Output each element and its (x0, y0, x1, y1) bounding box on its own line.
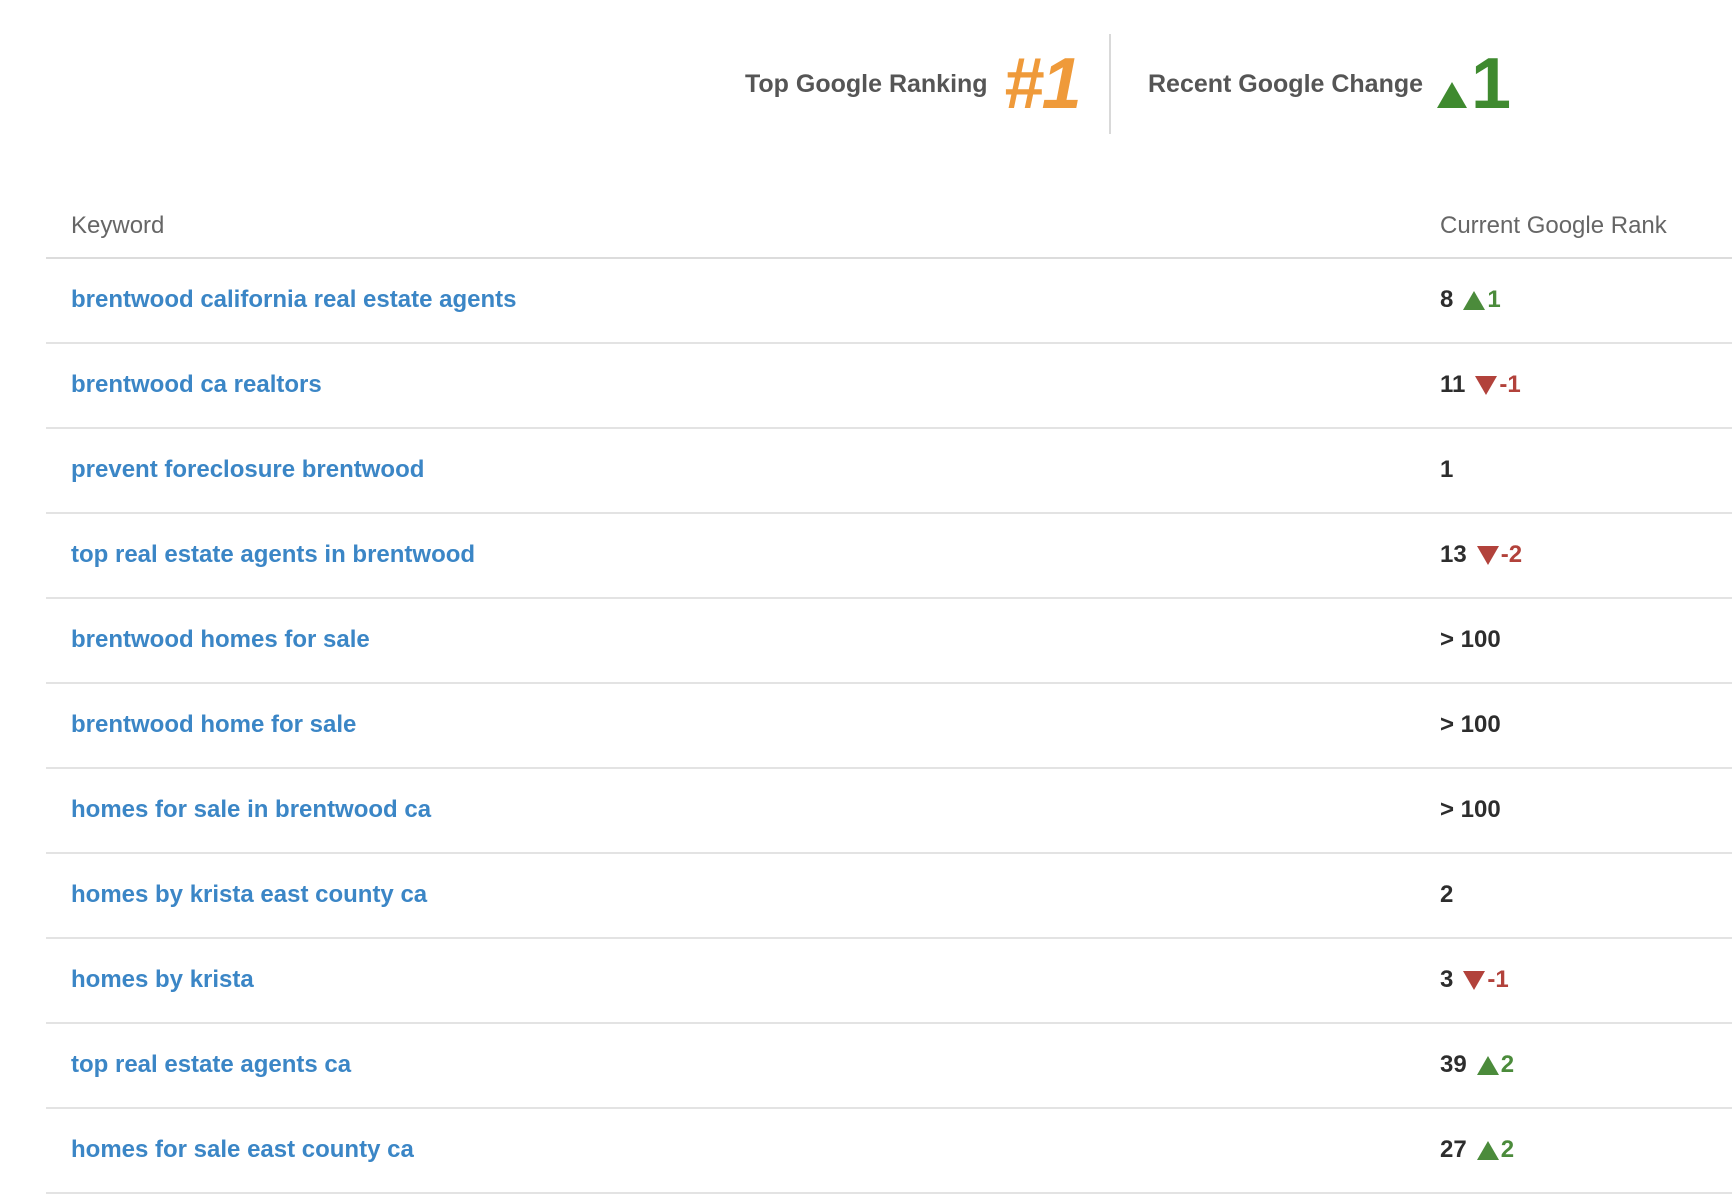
rank-cell: 3 -1 (1440, 966, 1509, 994)
keyword-link[interactable]: brentwood california real estate agents (71, 286, 516, 314)
rank-change: 1 (1463, 286, 1501, 314)
rank-value: 2 (1440, 881, 1454, 908)
triangle-up-icon (1476, 1140, 1499, 1160)
rank-cell: 39 2 (1440, 1051, 1514, 1079)
keyword-link[interactable]: brentwood homes for sale (71, 626, 370, 654)
table-row: prevent foreclosure brentwood 1 (46, 429, 1732, 514)
recent-change-value: 1 (1437, 48, 1511, 120)
keyword-link[interactable]: prevent foreclosure brentwood (71, 456, 424, 484)
rank-value: 39 (1440, 1051, 1467, 1078)
rank-value: > 100 (1440, 626, 1501, 653)
rank-cell: 11 -1 (1440, 371, 1521, 399)
stat-divider (1109, 34, 1111, 134)
rank-change-value: -1 (1487, 966, 1509, 993)
rank-value: 3 (1440, 966, 1454, 993)
triangle-up-icon (1463, 290, 1486, 310)
table-row: brentwood ca realtors 11 -1 (46, 344, 1732, 429)
rank-cell: 1 (1440, 456, 1453, 484)
triangle-up-icon (1437, 82, 1468, 108)
table-row: homes for sale east county ca 27 2 (46, 1109, 1732, 1194)
rank-change-value: 2 (1500, 1136, 1515, 1163)
rank-value: 27 (1440, 1136, 1467, 1163)
rank-change-value: 1 (1487, 286, 1501, 313)
keyword-link[interactable]: homes by krista east county ca (71, 881, 427, 909)
rank-change-value: -1 (1499, 371, 1521, 398)
rank-change-value: 2 (1500, 1051, 1515, 1078)
triangle-down-icon (1463, 970, 1486, 990)
rank-change: 2 (1476, 1051, 1515, 1079)
column-header-keyword: Keyword (71, 212, 165, 239)
table-row: homes by krista east county ca 2 (46, 854, 1732, 939)
summary-stats: Top Google Ranking #1 Recent Google Chan… (0, 34, 1732, 134)
table-row: top real estate agents ca 39 2 (46, 1024, 1732, 1109)
keyword-link[interactable]: top real estate agents in brentwood (71, 541, 475, 569)
rank-value: 11 (1440, 371, 1466, 398)
table-header: Keyword Current Google Rank (46, 192, 1732, 259)
rank-cell: 2 (1440, 881, 1453, 909)
table-row: brentwood home for sale > 100 (46, 684, 1732, 769)
table-row: homes by krista 3 -1 (46, 939, 1732, 1024)
rank-value: > 100 (1440, 796, 1501, 823)
keyword-link[interactable]: homes by krista (71, 966, 254, 994)
keyword-link[interactable]: brentwood home for sale (71, 711, 356, 739)
column-header-rank: Current Google Rank (1440, 212, 1667, 239)
table-row: brentwood homes for sale > 100 (46, 599, 1732, 684)
keyword-link[interactable]: homes for sale east county ca (71, 1136, 414, 1164)
table-row: top real estate agents in brentwood 13 -… (46, 514, 1732, 599)
rank-cell: 8 1 (1440, 286, 1501, 314)
rank-value: 1 (1440, 456, 1454, 483)
triangle-down-icon (1476, 545, 1499, 565)
triangle-up-icon (1476, 1055, 1499, 1075)
table-row: brentwood california real estate agents … (46, 259, 1732, 344)
keyword-link[interactable]: brentwood ca realtors (71, 371, 322, 399)
rank-cell: 27 2 (1440, 1136, 1514, 1164)
rank-cell: > 100 (1440, 626, 1501, 654)
top-ranking-value: #1 (1003, 44, 1082, 124)
rank-cell: > 100 (1440, 796, 1501, 824)
keyword-link[interactable]: homes for sale in brentwood ca (71, 796, 431, 824)
table-body: brentwood california real estate agents … (46, 259, 1732, 1194)
rank-change: -1 (1463, 966, 1509, 994)
rank-cell: 13 -2 (1440, 541, 1522, 569)
recent-change-number: 1 (1471, 44, 1512, 124)
top-ranking-label: Top Google Ranking (745, 69, 988, 98)
top-ranking-stat: Top Google Ranking #1 (745, 34, 1082, 134)
keyword-rank-table: Keyword Current Google Rank brentwood ca… (46, 192, 1732, 1194)
rank-change: -2 (1476, 541, 1523, 569)
triangle-down-icon (1475, 375, 1498, 395)
recent-change-stat: Recent Google Change 1 (1148, 34, 1511, 134)
rank-cell: > 100 (1440, 711, 1501, 739)
rank-change: 2 (1476, 1136, 1515, 1164)
rank-value: 13 (1440, 541, 1467, 568)
keyword-link[interactable]: top real estate agents ca (71, 1051, 351, 1079)
rank-value: 8 (1440, 286, 1454, 313)
rank-change: -1 (1475, 371, 1521, 399)
recent-change-label: Recent Google Change (1148, 69, 1424, 98)
rank-value: > 100 (1440, 711, 1501, 738)
rank-change-value: -2 (1500, 541, 1523, 568)
table-row: homes for sale in brentwood ca > 100 (46, 769, 1732, 854)
